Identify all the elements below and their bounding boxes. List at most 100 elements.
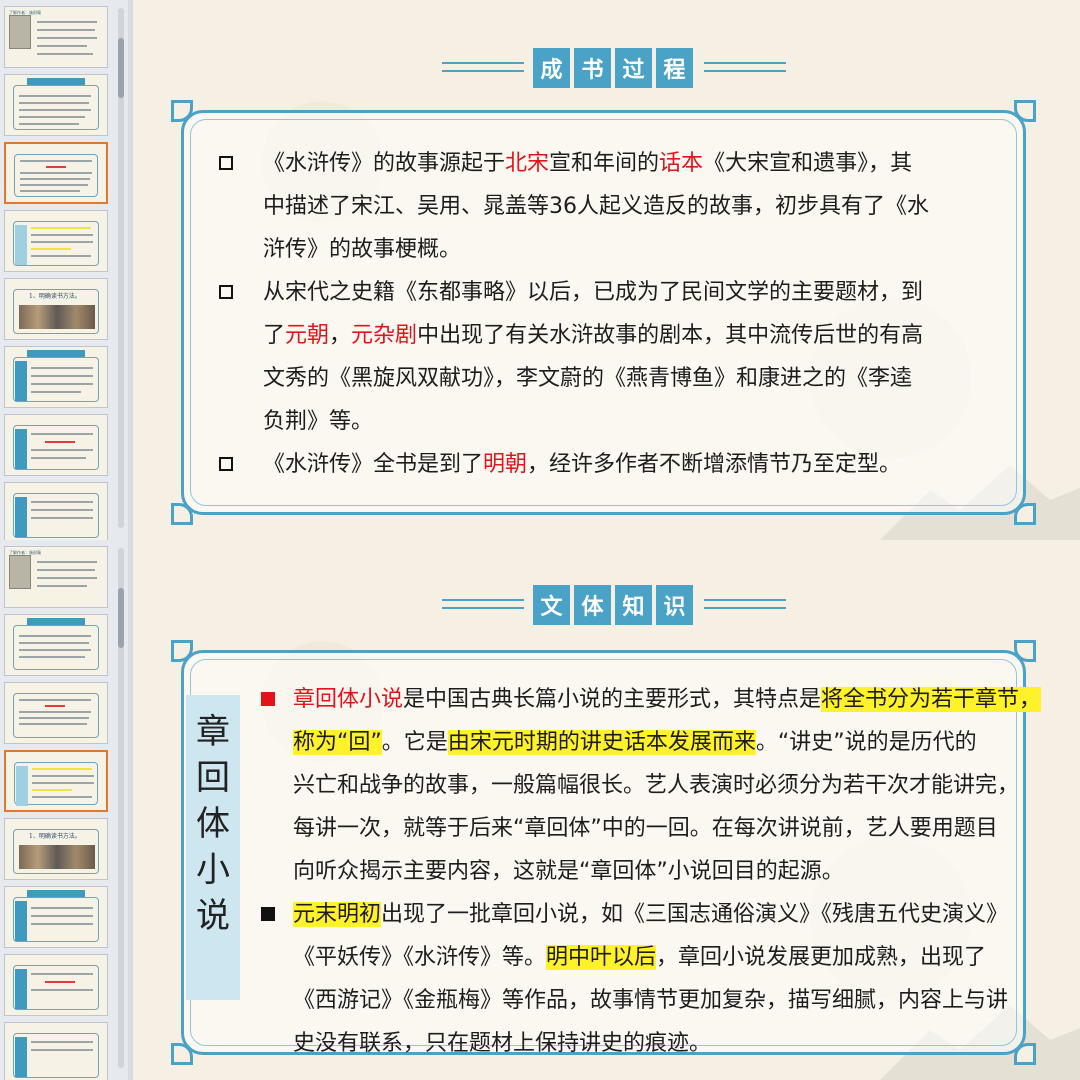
slide-thumbnail[interactable] <box>4 74 108 136</box>
bullet-square-icon <box>219 457 233 471</box>
slide-thumbnail[interactable]: 了解作者：施耐庵 <box>4 6 108 68</box>
thumbnail-title: 1、明确读书方法。 <box>29 833 81 840</box>
side-label-char: 说 <box>196 896 230 936</box>
heading-char: 程 <box>656 48 693 88</box>
slide-thumbnail[interactable]: 了解作者：施耐庵 <box>4 546 108 608</box>
bullet-square-icon <box>261 907 275 921</box>
side-label-char: 体 <box>196 804 230 844</box>
thumbnail-scrollbar-thumb[interactable] <box>118 588 124 648</box>
figures-image-thumb <box>19 305 95 329</box>
side-label-char: 小 <box>196 850 230 890</box>
heading-char: 成 <box>533 48 570 88</box>
slide-thumbnail-active[interactable] <box>4 750 108 812</box>
body-text: 负荆》等。 <box>263 409 374 434</box>
slide-thumbnail[interactable] <box>4 614 108 676</box>
body-text: 从宋代之史籍《东都事略》以后，已成为了民间文学的主要题材，到 <box>263 280 924 305</box>
paragraph-line: 《水浒传》全书是到了明朝，经许多作者不断增添情节乃至定型。 <box>263 443 901 486</box>
body-text: 《西游记》《金瓶梅》等作品，故事情节更加复杂，描写细腻，内容上与讲 <box>293 988 1009 1013</box>
figures-image-thumb <box>19 845 95 869</box>
paragraph-line: 文秀的《黑旋风双献功》，李文蔚的《燕青博鱼》和康进之的《李逵 <box>263 357 912 400</box>
body-text: 每讲一次，就等于后来“章回体”中的一回。在每次讲说前，艺人要用题目 <box>293 816 998 841</box>
body-text: 史没有联系，只在题材上保持讲史的痕迹。 <box>293 1031 712 1056</box>
side-label-char: 回 <box>196 758 230 798</box>
body-text: 《平妖传》《水浒传》等。 <box>293 945 547 970</box>
slide-thumbnail[interactable] <box>4 886 108 948</box>
paragraph-line: 每讲一次，就等于后来“章回体”中的一回。在每次讲说前，艺人要用题目 <box>293 807 998 850</box>
paragraph-line: 《水浒传》的故事源起于北宋宣和年间的话本《大宋宣和遗事》，其 <box>263 142 912 185</box>
body-text: ， <box>329 323 352 348</box>
slide-thumbnail[interactable]: 1、明确读书方法。 <box>4 818 108 880</box>
heading-char: 识 <box>656 585 693 625</box>
emphasis-red-text: 元杂剧 <box>351 323 418 348</box>
body-text: 宣和年间的 <box>549 151 660 176</box>
heading-char: 书 <box>574 48 611 88</box>
highlighted-text: 称为“回” <box>293 730 382 755</box>
slide-thumbnail-pane-bottom: 了解作者：施耐庵 1、明确读书方法。 <box>0 540 128 1080</box>
paragraph-line: 了元朝，元杂剧中出现了有关水浒故事的剧本，其中流传后世的有高 <box>263 314 923 357</box>
section-heading: 文 体 知 识 <box>442 585 786 625</box>
thumbnail-scrollbar[interactable] <box>118 548 124 1068</box>
body-text: 文秀的《黑旋风双献功》，李文蔚的《燕青博鱼》和康进之的《李逵 <box>263 366 913 391</box>
paragraph-line: 中描述了宋江、吴用、晁盖等36人起义造反的故事，初步具有了《水 <box>263 185 929 228</box>
body-text: 是中国古典长篇小说的主要形式，其特点是 <box>403 687 822 712</box>
bullet-square-icon <box>219 285 233 299</box>
body-text: 浒传》的故事梗概。 <box>263 237 462 262</box>
slide-thumbnail[interactable] <box>4 210 108 272</box>
side-label-box: 章 回 体 小 说 <box>186 695 240 1000</box>
paragraph-line: 浒传》的故事梗概。 <box>263 228 461 271</box>
paragraph-line: 史没有联系，只在题材上保持讲史的痕迹。 <box>293 1022 711 1065</box>
body-text: ，经许多作者不断增添情节乃至定型。 <box>527 452 902 477</box>
body-text: 《水浒传》的故事源起于 <box>263 151 506 176</box>
side-label-char: 章 <box>196 712 230 752</box>
paragraph-line: 从宋代之史籍《东都事略》以后，已成为了民间文学的主要题材，到 <box>263 271 923 314</box>
body-text: 《大宋宣和遗事》，其 <box>703 151 913 176</box>
body-text: 《水浒传》全书是到了 <box>263 452 484 477</box>
paragraph-line: 元末明初出现了一批章回小说，如《三国志通俗演义》《残唐五代史演义》 <box>293 893 1008 936</box>
body-text: 兴亡和战争的故事，一般篇幅很长。艺人表演时必须分为若干次才能讲完， <box>293 773 1020 798</box>
slide-thumbnail[interactable] <box>4 682 108 744</box>
highlighted-text: 将全书分为若干章节， <box>821 687 1042 712</box>
body-text: 向听众揭示主要内容，这就是“章回体”小说回目的起源。 <box>293 859 844 884</box>
paragraph-line: 负荆》等。 <box>263 400 373 443</box>
bullet-square-icon <box>219 156 233 170</box>
heading-char: 体 <box>574 585 611 625</box>
slide-thumbnail[interactable] <box>4 1022 108 1080</box>
author-portrait-thumb <box>9 15 31 49</box>
slide-thumbnail[interactable] <box>4 482 108 540</box>
paragraph-line: 向听众揭示主要内容，这就是“章回体”小说回目的起源。 <box>293 850 844 893</box>
emphasis-red-text: 元朝 <box>285 323 330 348</box>
section-heading: 成 书 过 程 <box>442 48 786 88</box>
paragraph-line: 称为“回”。它是由宋元时期的讲史话本发展而来。“讲史”说的是历代的 <box>293 721 977 764</box>
paragraph-line: 兴亡和战争的故事，一般篇幅很长。艺人表演时必须分为若干次才能讲完， <box>293 764 1019 807</box>
heading-char: 过 <box>615 48 652 88</box>
slide-thumbnail[interactable] <box>4 414 108 476</box>
highlighted-text: 明中叶以后 <box>546 945 657 970</box>
thumbnail-title: 1、明确读书方法。 <box>29 293 81 300</box>
slide-thumbnail-pane-top: 了解作者：施耐庵 1、明确读书方法。 <box>0 0 128 540</box>
body-text: 。它是 <box>381 730 448 755</box>
slide-thumbnail[interactable]: 1、明确读书方法。 <box>4 278 108 340</box>
highlighted-text: 元末明初 <box>293 902 382 927</box>
heading-char: 知 <box>615 585 652 625</box>
slide-thumbnail[interactable] <box>4 346 108 408</box>
paragraph-line: 章回体小说是中国古典长篇小说的主要形式，其特点是将全书分为若干章节， <box>293 678 1042 721</box>
body-text: 了 <box>263 323 286 348</box>
paragraph-line: 《平妖传》《水浒传》等。明中叶以后，章回小说发展更加成熟，出现了 <box>293 936 986 979</box>
emphasis-red-text: 章回体小说 <box>293 687 404 712</box>
body-text: 出现了一批章回小说，如《三国志通俗演义》《残唐五代史演义》 <box>381 902 1009 927</box>
emphasis-red-text: 北宋 <box>505 151 550 176</box>
bullet-square-icon <box>261 692 275 706</box>
slide-canvas-book-process: 成 书 过 程 《水浒传》的故事源起于北宋宣和年间的话本《大宋宣和遗事》，其 中描… <box>133 0 1080 540</box>
body-text: 中出现了有关水浒故事的剧本，其中流传后世的有高 <box>417 323 924 348</box>
emphasis-red-text: 话本 <box>659 151 704 176</box>
body-text: 。“讲史”说的是历代的 <box>755 730 977 755</box>
highlighted-text: 由宋元时期的讲史话本发展而来 <box>447 730 756 755</box>
paragraph-line: 《西游记》《金瓶梅》等作品，故事情节更加复杂，描写细腻，内容上与讲 <box>293 979 1008 1022</box>
slide-thumbnail[interactable] <box>4 954 108 1016</box>
thumbnail-scrollbar[interactable] <box>118 8 124 528</box>
slide-canvas-genre-knowledge: 文 体 知 识 章 回 体 小 说 章回体小说是中国古典长篇小说的主要形式，其特… <box>133 540 1080 1080</box>
heading-char: 文 <box>533 585 570 625</box>
slide-thumbnail-active[interactable] <box>4 142 108 204</box>
thumbnail-scrollbar-thumb[interactable] <box>118 38 124 98</box>
author-portrait-thumb <box>9 555 31 589</box>
